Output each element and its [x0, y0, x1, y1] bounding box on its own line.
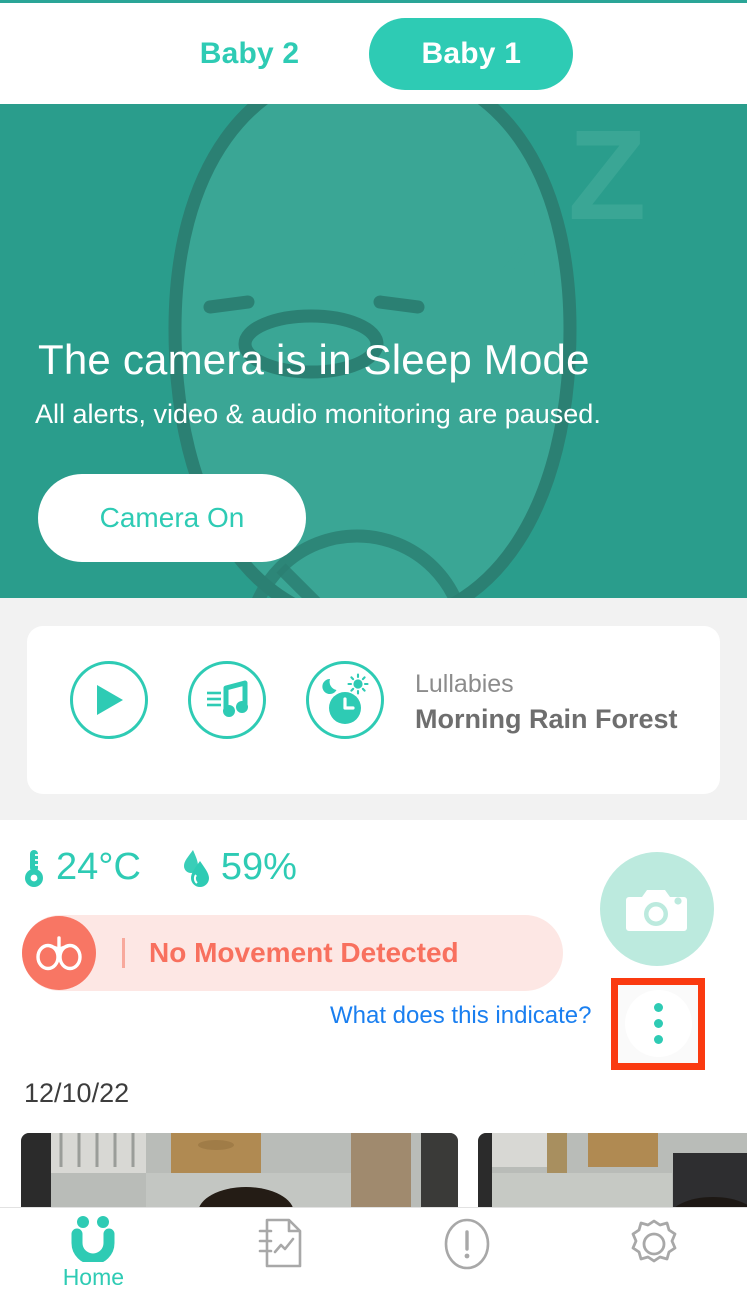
temperature-reading: 24°C [22, 846, 141, 889]
hero-subtitle: All alerts, video & audio monitoring are… [35, 399, 601, 429]
three-dot-menu-icon-dot3 [654, 1035, 663, 1044]
what-does-this-indicate-link[interactable]: What does this indicate? [330, 1002, 591, 1030]
nav-item-alerts[interactable] [374, 1208, 561, 1295]
three-dot-menu-icon [654, 1003, 663, 1012]
thermometer-icon [25, 849, 43, 887]
lullaby-track-name: Morning Rain Forest [415, 703, 678, 734]
lullaby-section: Lullabies Morning Rain Forest [0, 598, 747, 820]
lullaby-text-block: Lullabies Morning Rain Forest [415, 668, 678, 737]
sensor-readings: 24°C 59% [22, 846, 297, 889]
lungs-icon [36, 936, 82, 971]
lullaby-label: Lullabies [415, 670, 514, 698]
lullaby-playlist-button[interactable] [188, 661, 266, 739]
svg-text:z: z [500, 209, 537, 292]
report-document-icon [258, 1218, 302, 1268]
humidity-value: 59% [220, 846, 297, 888]
temperature-value: 24°C [56, 846, 141, 888]
lullaby-play-button[interactable] [70, 661, 148, 739]
movement-status-text: No Movement Detected [149, 937, 459, 968]
tab-baby-2[interactable]: Baby 2 [174, 38, 326, 69]
settings-gear-icon [631, 1219, 677, 1263]
svg-text:Z: Z [568, 104, 646, 247]
nav-item-settings[interactable] [560, 1208, 747, 1295]
smiley-home-icon [71, 1216, 115, 1262]
water-drop-icon [183, 849, 209, 887]
music-note-icon [207, 680, 248, 717]
baby-tab-bar: Baby 2 Baby 1 [0, 0, 747, 104]
camera-on-label: Camera On [99, 502, 245, 533]
movement-status-pill: No Movement Detected [22, 915, 563, 991]
overflow-menu-button[interactable] [625, 990, 692, 1057]
lullaby-card: Lullabies Morning Rain Forest [27, 626, 720, 794]
lullaby-timer-button[interactable] [306, 661, 384, 739]
overflow-menu-highlight-wrapper [611, 978, 705, 1070]
play-icon [97, 685, 123, 715]
timeline-date: 12/10/22 [24, 1078, 130, 1108]
bottom-navigation-bar: Home [0, 1207, 747, 1295]
lungs-icon-badge [22, 916, 96, 990]
tab-baby-1[interactable]: Baby 1 [369, 17, 574, 90]
snapshot-camera-button[interactable] [600, 852, 714, 966]
camera-on-button[interactable]: Camera On [38, 474, 306, 562]
nav-item-home[interactable]: Home [0, 1208, 187, 1295]
pill-divider [122, 938, 125, 968]
day-night-timer-icon [322, 673, 369, 724]
camera-icon [626, 890, 687, 931]
baby-monitor-app: Baby 2 Baby 1 Z z The camera is in Sleep… [0, 0, 747, 1295]
humidity-reading: 59% [181, 846, 297, 889]
three-dot-menu-icon-dot2 [654, 1019, 663, 1028]
sleep-mode-hero: Z z The camera is in Sleep Mode All aler… [0, 104, 747, 598]
nav-label-home: Home [62, 1264, 125, 1290]
nav-item-reports[interactable] [187, 1208, 374, 1295]
hero-title: The camera is in Sleep Mode [38, 336, 590, 383]
alert-exclamation-icon [444, 1218, 490, 1270]
